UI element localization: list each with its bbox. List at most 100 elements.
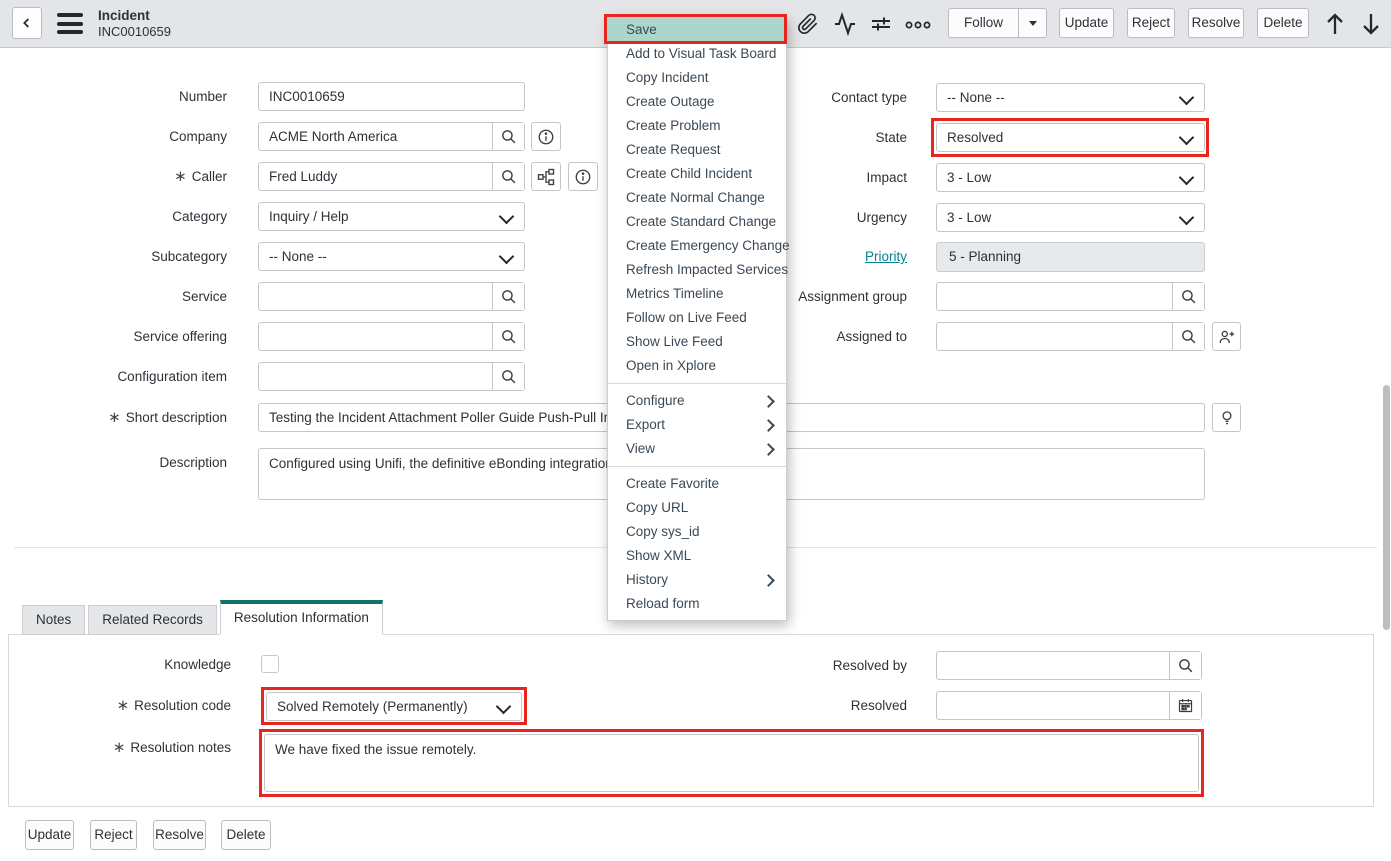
resolution-notes-textarea[interactable]: We have fixed the issue remotely. bbox=[264, 734, 1199, 792]
assignment-group-lookup-button[interactable] bbox=[1172, 283, 1204, 310]
hamburger-menu-icon[interactable] bbox=[57, 13, 83, 34]
caller-lookup-button[interactable] bbox=[492, 163, 524, 190]
menu-item-copy-incident[interactable]: Copy Incident bbox=[608, 66, 786, 90]
company-lookup-button[interactable] bbox=[492, 123, 524, 150]
menu-item-export[interactable]: Export bbox=[608, 413, 786, 437]
resolution-code-select[interactable]: Solved Remotely (Permanently) bbox=[266, 692, 522, 721]
state-select[interactable]: Resolved bbox=[936, 123, 1205, 152]
search-icon bbox=[1180, 328, 1197, 345]
configuration-item-lookup-button[interactable] bbox=[492, 363, 524, 390]
reject-button-header[interactable]: Reject bbox=[1127, 8, 1175, 38]
info-icon bbox=[574, 168, 592, 186]
menu-item-refresh-impacted-services[interactable]: Refresh Impacted Services bbox=[608, 258, 786, 282]
vertical-scrollbar-thumb[interactable] bbox=[1383, 385, 1390, 630]
resolved-input[interactable] bbox=[937, 692, 1169, 719]
assign-to-me-button[interactable] bbox=[1212, 322, 1241, 351]
sliders-icon bbox=[869, 12, 893, 36]
assigned-to-input[interactable] bbox=[937, 323, 1172, 350]
required-asterisk: ∗ bbox=[174, 168, 187, 185]
menu-item-reload-form[interactable]: Reload form bbox=[608, 592, 786, 616]
menu-item-follow-on-live-feed[interactable]: Follow on Live Feed bbox=[608, 306, 786, 330]
configuration-item-input[interactable] bbox=[259, 363, 492, 390]
attachment-button[interactable] bbox=[794, 10, 822, 38]
menu-item-configure[interactable]: Configure bbox=[608, 389, 786, 413]
menu-item-create-child-incident[interactable]: Create Child Incident bbox=[608, 162, 786, 186]
menu-item-create-standard-change[interactable]: Create Standard Change bbox=[608, 210, 786, 234]
chevron-down-icon bbox=[499, 209, 515, 225]
urgency-select[interactable]: 3 - Low bbox=[936, 203, 1205, 232]
chevron-right-icon bbox=[762, 395, 775, 408]
resolve-button-footer[interactable]: Resolve bbox=[153, 820, 206, 850]
subcategory-label: Subcategory bbox=[20, 242, 227, 271]
follow-dropdown-button[interactable] bbox=[1018, 9, 1046, 37]
menu-item-history[interactable]: History bbox=[608, 568, 786, 592]
menu-item-view[interactable]: View bbox=[608, 437, 786, 461]
menu-item-create-request[interactable]: Create Request bbox=[608, 138, 786, 162]
update-button-header[interactable]: Update bbox=[1059, 8, 1114, 38]
caller-hierarchy-button[interactable] bbox=[531, 162, 561, 191]
contact-type-select[interactable]: -- None -- bbox=[936, 83, 1205, 112]
menu-item-add-to-visual-task-board[interactable]: Add to Visual Task Board bbox=[608, 42, 786, 66]
menu-item-create-emergency-change[interactable]: Create Emergency Change bbox=[608, 234, 786, 258]
service-offering-lookup-button[interactable] bbox=[492, 323, 524, 350]
service-input[interactable] bbox=[259, 283, 492, 310]
service-offering-input[interactable] bbox=[259, 323, 492, 350]
search-icon bbox=[500, 328, 517, 345]
number-input[interactable]: INC0010659 bbox=[258, 82, 525, 111]
chevron-down-icon bbox=[1179, 90, 1195, 106]
arrow-down-icon bbox=[1359, 11, 1383, 37]
subcategory-select[interactable]: -- None -- bbox=[258, 242, 525, 271]
more-options-button[interactable] bbox=[904, 10, 932, 38]
resolved-by-lookup-button[interactable] bbox=[1169, 652, 1201, 679]
tab-related-records[interactable]: Related Records bbox=[88, 605, 217, 635]
info-icon bbox=[537, 128, 555, 146]
update-button-footer[interactable]: Update bbox=[25, 820, 74, 850]
company-reference-field: ACME North America bbox=[258, 122, 525, 151]
menu-item-open-in-xplore[interactable]: Open in Xplore bbox=[608, 354, 786, 378]
description-label: Description bbox=[20, 448, 227, 477]
company-input[interactable]: ACME North America bbox=[259, 123, 492, 150]
previous-record-button[interactable] bbox=[1321, 10, 1349, 38]
menu-item-create-problem[interactable]: Create Problem bbox=[608, 114, 786, 138]
menu-item-copy-sys-id[interactable]: Copy sys_id bbox=[608, 520, 786, 544]
caller-input[interactable]: Fred Luddy bbox=[259, 163, 492, 190]
org-chart-icon bbox=[537, 168, 555, 186]
resolve-button-header[interactable]: Resolve bbox=[1188, 8, 1244, 38]
activity-stream-button[interactable] bbox=[831, 10, 859, 38]
menu-item-show-live-feed[interactable]: Show Live Feed bbox=[608, 330, 786, 354]
menu-item-metrics-timeline[interactable]: Metrics Timeline bbox=[608, 282, 786, 306]
follow-button[interactable]: Follow bbox=[949, 9, 1018, 37]
menu-item-save[interactable]: Save bbox=[608, 18, 786, 42]
delete-button-header[interactable]: Delete bbox=[1257, 8, 1309, 38]
caller-preview-button[interactable] bbox=[568, 162, 598, 191]
resolved-calendar-button[interactable] bbox=[1169, 692, 1201, 719]
menu-item-create-outage[interactable]: Create Outage bbox=[608, 90, 786, 114]
search-icon bbox=[1177, 657, 1194, 674]
suggestion-button[interactable] bbox=[1212, 403, 1241, 432]
required-asterisk: ∗ bbox=[113, 739, 126, 756]
follow-split-button: Follow bbox=[948, 8, 1047, 38]
chevron-left-icon bbox=[19, 15, 35, 31]
tab-notes[interactable]: Notes bbox=[22, 605, 85, 635]
next-record-button[interactable] bbox=[1357, 10, 1385, 38]
category-select[interactable]: Inquiry / Help bbox=[258, 202, 525, 231]
caller-reference-field: Fred Luddy bbox=[258, 162, 525, 191]
personalize-form-button[interactable] bbox=[867, 10, 895, 38]
impact-select[interactable]: 3 - Low bbox=[936, 163, 1205, 192]
back-button[interactable] bbox=[12, 7, 42, 39]
tab-resolution-information[interactable]: Resolution Information bbox=[220, 600, 383, 635]
menu-item-create-normal-change[interactable]: Create Normal Change bbox=[608, 186, 786, 210]
reject-button-footer[interactable]: Reject bbox=[90, 820, 137, 850]
delete-button-footer[interactable]: Delete bbox=[221, 820, 271, 850]
menu-item-show-xml[interactable]: Show XML bbox=[608, 544, 786, 568]
company-label: Company bbox=[20, 122, 227, 151]
knowledge-checkbox[interactable] bbox=[261, 655, 279, 673]
menu-item-create-favorite[interactable]: Create Favorite bbox=[608, 472, 786, 496]
assigned-to-lookup-button[interactable] bbox=[1172, 323, 1204, 350]
company-preview-button[interactable] bbox=[531, 122, 561, 151]
resolved-by-input[interactable] bbox=[937, 652, 1169, 679]
menu-item-copy-url[interactable]: Copy URL bbox=[608, 496, 786, 520]
service-lookup-button[interactable] bbox=[492, 283, 524, 310]
priority-link[interactable]: Priority bbox=[865, 249, 907, 264]
assignment-group-input[interactable] bbox=[937, 283, 1172, 310]
